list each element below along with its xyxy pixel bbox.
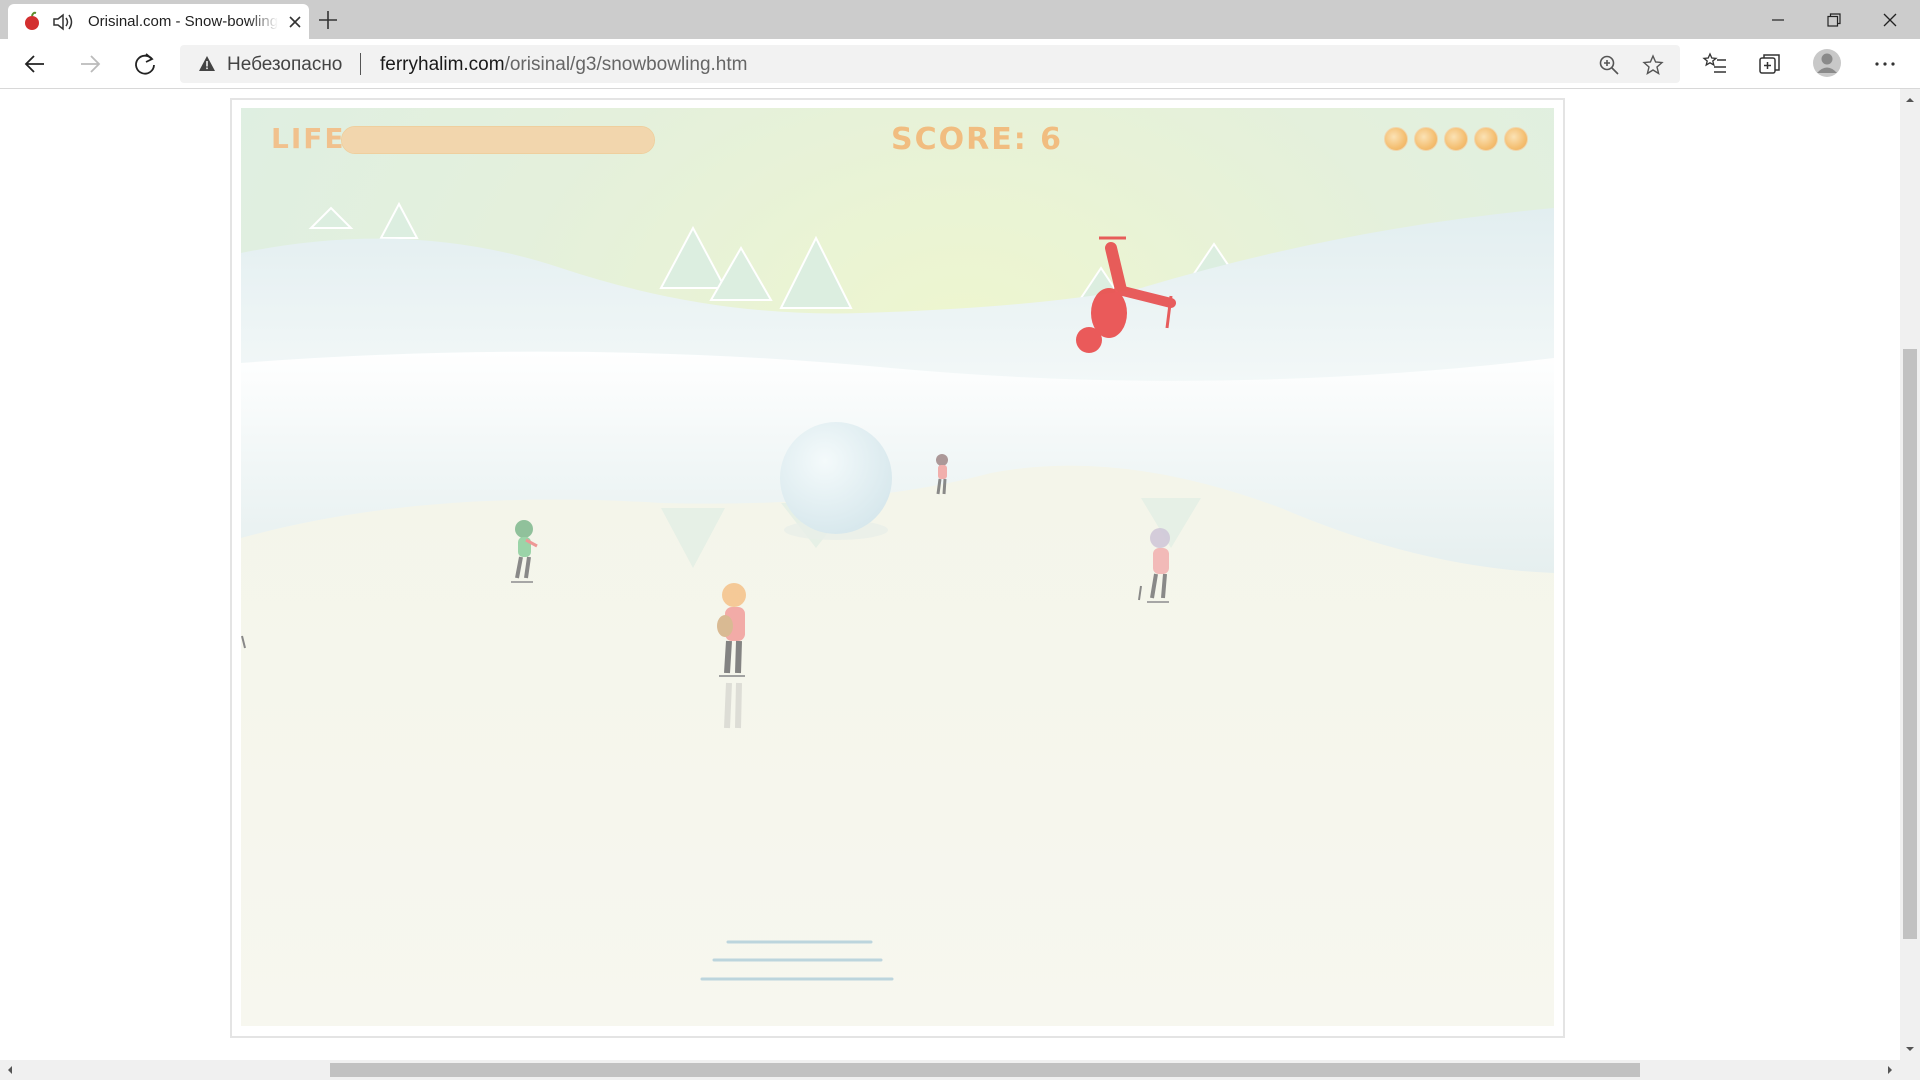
score-value: 6 <box>1040 122 1064 157</box>
tab-strip: Orisinal.com - Snow-bowling <box>0 0 1920 39</box>
address-separator <box>360 53 361 75</box>
browser-tab[interactable]: Orisinal.com - Snow-bowling <box>8 4 309 39</box>
close-tab-icon[interactable] <box>286 13 304 31</box>
ball-remaining-icon <box>1444 127 1468 151</box>
security-label[interactable]: Небезопасно <box>227 54 342 76</box>
tab-title: Orisinal.com - Snow-bowling <box>88 13 278 30</box>
horizontal-scrollbar[interactable] <box>0 1060 1920 1080</box>
balls-remaining <box>1384 127 1528 151</box>
new-tab-plus-icon[interactable] <box>316 8 340 32</box>
life-bar <box>341 126 655 154</box>
vertical-scroll-thumb[interactable] <box>1903 349 1917 939</box>
web-page: LIFE: SCORE: 6 <box>0 89 1900 1060</box>
back-arrow-icon[interactable] <box>22 51 48 77</box>
more-menu-icon[interactable] <box>1872 51 1898 77</box>
minimize-button[interactable] <box>1750 0 1806 39</box>
vertical-scrollbar[interactable] <box>1900 89 1920 1060</box>
close-window-icon <box>1883 13 1897 26</box>
scroll-up-arrow-icon[interactable] <box>1904 94 1916 106</box>
life-bar-fill <box>342 127 654 153</box>
url-domain: ferryhalim.com <box>380 54 505 75</box>
forward-arrow-icon[interactable] <box>77 51 103 77</box>
ball-remaining-icon <box>1474 127 1498 151</box>
address-bar[interactable]: Небезопасно ferryhalim.com/orisinal/g3/s… <box>180 45 1680 83</box>
refresh-icon[interactable] <box>132 51 158 77</box>
speaker-audio-icon[interactable] <box>52 12 76 32</box>
scroll-left-arrow-icon[interactable] <box>4 1064 16 1076</box>
restore-icon <box>1827 12 1841 27</box>
close-window-button[interactable] <box>1862 0 1918 39</box>
profile-avatar-icon[interactable] <box>1812 48 1842 78</box>
ball-remaining-icon <box>1414 127 1438 151</box>
game-scene <box>241 108 1554 1026</box>
warning-triangle-icon[interactable] <box>198 55 216 72</box>
horizontal-scroll-thumb[interactable] <box>330 1063 1640 1077</box>
favorite-star-icon[interactable] <box>1642 54 1664 76</box>
score-display: SCORE: 6 <box>891 122 1063 157</box>
snowball[interactable] <box>780 422 892 534</box>
url-path: /orisinal/g3/snowbowling.htm <box>504 54 748 75</box>
browser-toolbar: Небезопасно ferryhalim.com/orisinal/g3/s… <box>0 39 1920 89</box>
zoom-icon[interactable] <box>1598 54 1620 76</box>
score-label: SCORE: <box>891 122 1028 157</box>
collections-icon[interactable] <box>1757 51 1783 77</box>
favorites-list-icon[interactable] <box>1702 51 1728 77</box>
minimize-icon <box>1772 18 1784 21</box>
ball-remaining-icon <box>1504 127 1528 151</box>
ball-remaining-icon <box>1384 127 1408 151</box>
game-canvas[interactable]: LIFE: SCORE: 6 <box>241 108 1554 1026</box>
scroll-down-arrow-icon[interactable] <box>1904 1043 1916 1055</box>
apple-favicon-icon <box>25 11 39 30</box>
restore-button[interactable] <box>1806 0 1862 39</box>
scroll-right-arrow-icon[interactable] <box>1884 1064 1896 1076</box>
url-text[interactable]: ferryhalim.com/orisinal/g3/snowbowling.h… <box>380 54 747 76</box>
